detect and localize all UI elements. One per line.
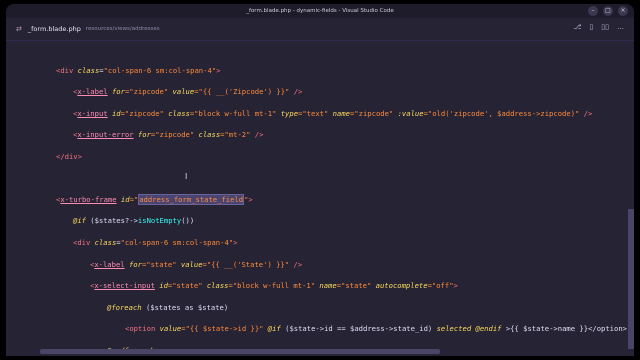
file-type-icon: ⇄	[16, 25, 22, 33]
text-cursor-icon: I	[185, 172, 188, 181]
tab-path: resources/views/addresses	[85, 26, 160, 32]
code-line: <x-label for="state" value="{{ __('State…	[90, 260, 303, 269]
source-control-icon[interactable]: ⎇	[573, 23, 581, 31]
vscode-window: _form.blade.php - dynamic-fields - Visua…	[6, 4, 634, 356]
code-line: <x-turbo-frame id="address_form_state_fi…	[56, 194, 253, 205]
code-line: <div class="col-span-6 sm:col-span-4">	[56, 66, 221, 75]
code-line: <option value="{{ $state->id }}" @if ($s…	[125, 324, 627, 333]
close-button[interactable]: ×	[618, 6, 628, 16]
vertical-scrollbar[interactable]	[628, 209, 634, 349]
code-line: <x-label for="zipcode" value="{{ __('Zip…	[73, 87, 303, 96]
horizontal-scrollbar[interactable]	[40, 349, 440, 354]
code-editor[interactable]: <div class="col-span-6 sm:col-span-4"> <…	[6, 41, 634, 356]
code-line: <x-select-input id="state" class="block …	[90, 281, 458, 290]
code-line: @foreach ($states as $state)	[107, 303, 229, 312]
open-changes-icon[interactable]: ▯	[589, 23, 593, 31]
code-line: <div class="col-span-6 sm:col-span-4">	[73, 238, 238, 247]
editor-actions: ⎇ ▯ ▯▯ …	[573, 23, 624, 31]
code-line: @if ($states?->isNotEmpty())	[73, 216, 195, 225]
window-title: _form.blade.php - dynamic-fields - Visua…	[246, 8, 394, 14]
minimize-button[interactable]: –	[588, 6, 598, 16]
code-line: </div>	[56, 152, 82, 161]
split-editor-icon[interactable]: ▯▯	[601, 23, 609, 31]
more-actions-icon[interactable]: …	[617, 23, 624, 31]
selected-text: address_form_state_field	[138, 194, 245, 205]
code-line: <x-input id="zipcode" class="block w-ful…	[73, 109, 593, 118]
title-bar: _form.blade.php - dynamic-fields - Visua…	[6, 4, 634, 18]
code-line: <x-input-error for="zipcode" class="mt-2…	[73, 130, 264, 139]
window-controls: – □ ×	[588, 6, 628, 16]
editor-tab-bar: ⇄ _form.blade.php resources/views/addres…	[6, 18, 634, 41]
maximize-button[interactable]: □	[603, 6, 613, 16]
tab-filename[interactable]: _form.blade.php	[28, 25, 81, 33]
